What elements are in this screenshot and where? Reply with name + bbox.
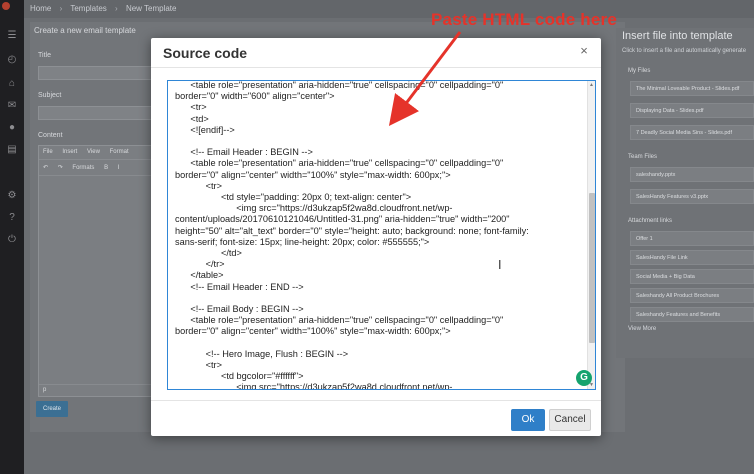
link-item[interactable]: Offer 1 — [630, 231, 754, 246]
breadcrumb-home[interactable]: Home — [30, 4, 51, 13]
text-cursor-icon: I — [498, 258, 502, 272]
breadcrumb: Home › Templates › New Template — [24, 0, 754, 18]
file-item[interactable]: Displaying Data - Slides.pdf — [630, 103, 754, 118]
close-icon[interactable]: × — [577, 44, 591, 58]
link-item[interactable]: SalesHandy File Link — [630, 250, 754, 265]
insert-file-subtitle: Click to insert a file and automatically… — [622, 48, 747, 54]
cancel-button[interactable]: Cancel — [549, 409, 591, 431]
editor-toolbar: ↶ ↷ Formats B I — [39, 160, 157, 176]
scrollbar-thumb[interactable] — [589, 193, 595, 343]
card-title: Create a new email template — [34, 26, 136, 35]
redo-icon[interactable]: ↷ — [58, 165, 63, 171]
menu-view[interactable]: View — [87, 149, 100, 155]
source-code-textarea[interactable]: <table role="presentation" aria-hidden="… — [167, 80, 596, 390]
menu-insert[interactable]: Insert — [62, 149, 77, 155]
menu-file[interactable]: File — [43, 149, 53, 155]
logout-icon[interactable]: ⏻ — [6, 234, 18, 246]
menu-format[interactable]: Format — [110, 149, 129, 155]
bold-button[interactable]: B — [104, 165, 108, 171]
mail-icon[interactable]: ✉ — [6, 100, 18, 112]
formats-dropdown[interactable]: Formats — [72, 165, 94, 171]
dashboard-icon[interactable]: ◴ — [6, 54, 18, 66]
ok-button[interactable]: Ok — [511, 409, 545, 431]
file-item[interactable]: SalesHandy Features v3.pptx — [630, 189, 754, 204]
rich-text-editor[interactable]: File Insert View Format ↶ ↷ Formats B I … — [38, 145, 158, 397]
menu-icon[interactable]: ☰ — [6, 30, 18, 42]
my-files-heading: My Files — [628, 68, 651, 74]
subject-label: Subject — [38, 92, 62, 99]
create-button[interactable]: Create — [36, 401, 68, 417]
italic-button[interactable]: I — [118, 165, 120, 171]
left-icon-rail: ☰ ◴ ⌂ ✉ ● ▤ ⚙ ? ⏻ — [0, 0, 24, 474]
scroll-up-arrow-icon[interactable]: ▲ — [589, 82, 594, 88]
breadcrumb-templates[interactable]: Templates — [70, 4, 106, 13]
template-icon[interactable]: ▤ — [6, 144, 18, 156]
settings-icon[interactable]: ⚙ — [6, 190, 18, 202]
help-icon[interactable]: ? — [6, 212, 18, 224]
team-files-heading: Team Files — [628, 154, 658, 160]
view-more-link[interactable]: View More — [628, 326, 656, 332]
source-code-text[interactable]: <table role="presentation" aria-hidden="… — [175, 81, 580, 389]
editor-status-path: p — [39, 384, 157, 396]
file-item[interactable]: The Minimal Loveable Product - Slides.pd… — [630, 81, 754, 96]
dialog-header: Source code × — [151, 38, 601, 68]
subject-input[interactable] — [38, 106, 158, 120]
notification-badge — [2, 2, 10, 10]
grammarly-icon[interactable]: G — [576, 370, 592, 386]
undo-icon[interactable]: ↶ — [43, 165, 48, 171]
attachment-links-heading: Attachment links — [628, 218, 673, 224]
link-item[interactable]: Saleshandy All Product Brochures — [630, 288, 754, 303]
link-item[interactable]: Social Media + Big Data — [630, 269, 754, 284]
breadcrumb-separator: › — [59, 4, 63, 13]
breadcrumb-current: New Template — [125, 4, 177, 13]
link-item[interactable]: Saleshandy Features and Benefits — [630, 307, 754, 322]
title-label: Title — [38, 52, 51, 59]
title-input[interactable] — [38, 66, 158, 80]
dialog-title: Source code — [163, 45, 248, 61]
dialog-footer: Ok Cancel — [151, 400, 601, 436]
insert-file-panel: Insert file into template Click to inser… — [616, 28, 754, 358]
insert-file-title: Insert file into template — [622, 30, 733, 42]
annotation-callout: Paste HTML code here — [431, 10, 618, 29]
file-item[interactable]: saleshandy.pptx — [630, 167, 754, 182]
content-label: Content — [38, 132, 63, 139]
breadcrumb-separator: › — [115, 4, 118, 13]
file-item[interactable]: 7 Deadly Social Media Sins - Slides.pdf — [630, 125, 754, 140]
home-icon[interactable]: ⌂ — [6, 78, 18, 90]
source-code-dialog: Source code × <table role="presentation"… — [151, 38, 601, 436]
editor-menubar: File Insert View Format — [39, 146, 157, 160]
textarea-scrollbar[interactable]: ▲ ▼ — [587, 81, 595, 389]
user-icon[interactable]: ● — [6, 122, 18, 134]
